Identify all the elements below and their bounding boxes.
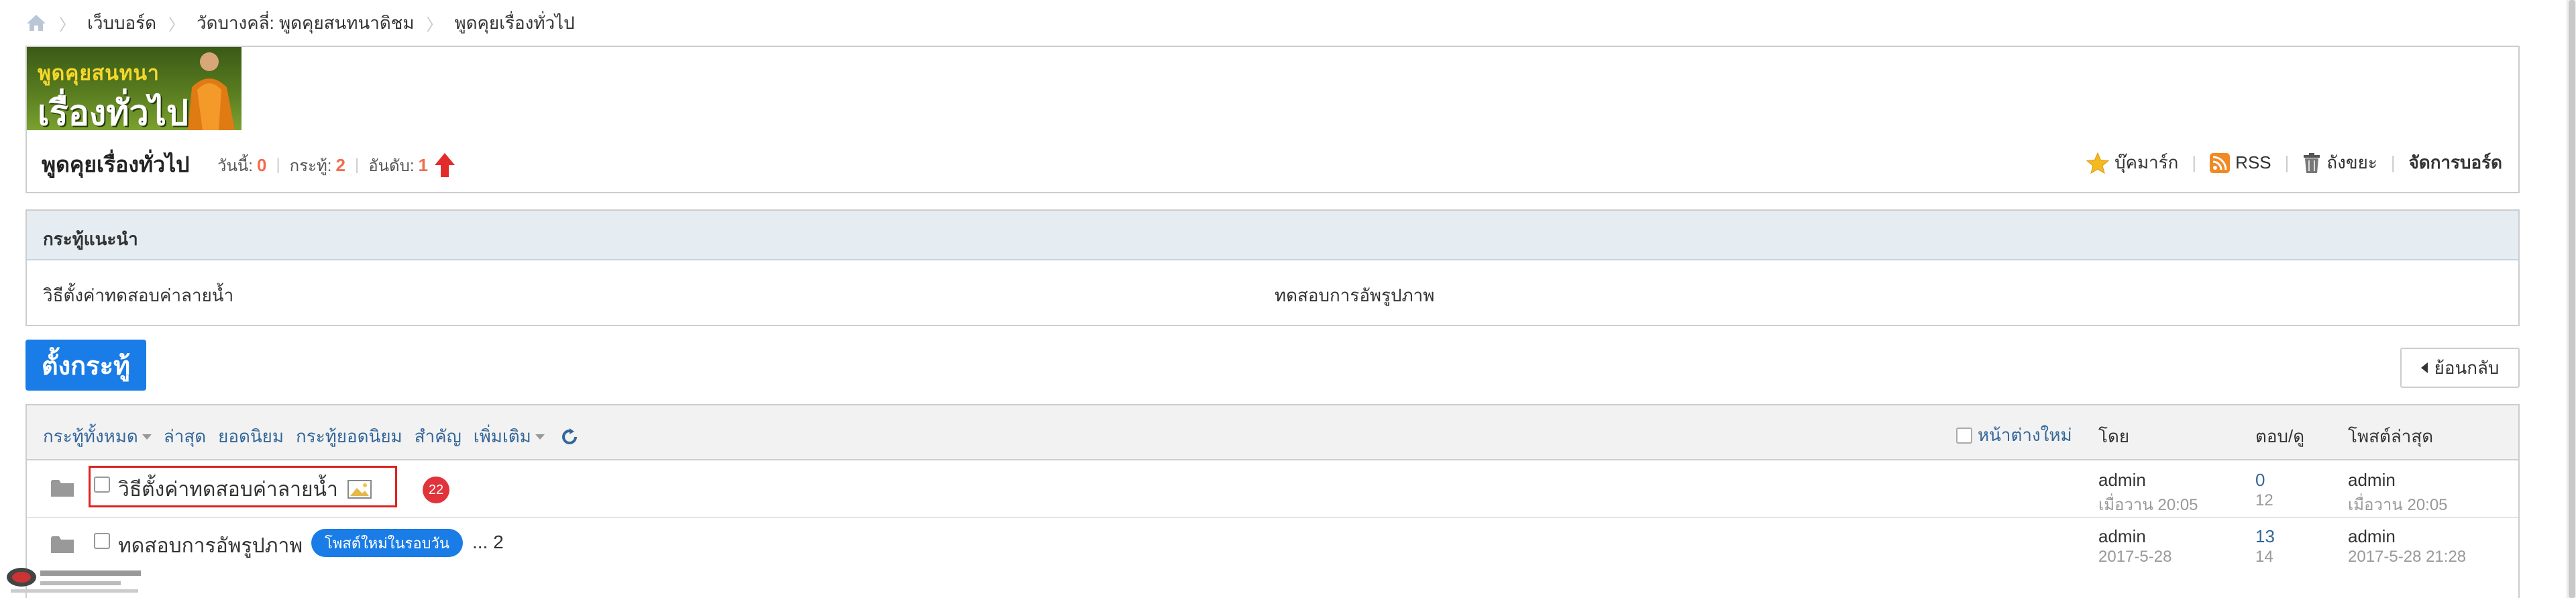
new-post-tag: โพสต์ใหม่ในรอบวัน — [311, 529, 463, 557]
today-label: วันนี้: — [217, 156, 253, 175]
filter-popular[interactable]: ยอดนิยม — [218, 423, 284, 450]
breadcrumb-item-forum-group[interactable]: วัดบางคลี่: พูดคุยสนทนาดิชม — [197, 9, 415, 37]
today-count: 0 — [256, 154, 267, 175]
thread-date: 2017-5-28 — [2098, 548, 2172, 566]
forum-banner: พูดคุยสนทนา เรื่องทั่วไป — [27, 47, 241, 130]
rank-up-arrow-icon — [434, 153, 455, 177]
thread-author[interactable]: admin — [2098, 526, 2146, 547]
thread-views: 14 — [2255, 548, 2273, 566]
breadcrumb: 〉 เว็บบอร์ด 〉 วัดบางคลี่: พูดคุยสนทนาดิช… — [25, 9, 575, 36]
filter-all[interactable]: กระทู้ทั้งหมด — [43, 423, 152, 450]
table-row: ทดสอบการอัพรูปภาพ โพสต์ใหม่ในรอบวัน ... … — [27, 517, 2518, 573]
monk-icon — [188, 52, 235, 130]
star-icon — [2086, 152, 2110, 174]
thread-replies[interactable]: 13 — [2255, 526, 2275, 547]
thread-title-text: วิธีตั้งค่าทดสอบค่าลายน้ำ — [118, 479, 338, 501]
thread-list-header: กระทู้ทั้งหมด ล่าสุด ยอดนิยม กระทู้ยอดนิ… — [27, 405, 2518, 460]
back-arrow-icon — [2420, 362, 2428, 373]
thread-title[interactable]: วิธีตั้งค่าทดสอบค่าลายน้ำ — [118, 474, 372, 505]
notification-badge: 22 — [423, 477, 449, 503]
scrollbar-thumb[interactable] — [2569, 0, 2575, 598]
breadcrumb-item-webboard[interactable]: เว็บบอร์ด — [87, 9, 156, 37]
image-attachment-icon — [347, 480, 372, 499]
breadcrumb-separator: 〉 — [59, 15, 75, 34]
back-button[interactable]: ย้อนกลับ — [2400, 348, 2520, 388]
refresh-icon[interactable] — [561, 428, 578, 446]
last-post-author[interactable]: admin — [2348, 470, 2396, 491]
filter-all-label: กระทู้ทั้งหมด — [43, 426, 138, 446]
thread-views: 12 — [2255, 491, 2273, 509]
banner-line-2: เรื่องทั่วไป — [38, 94, 189, 130]
vertical-scrollbar[interactable] — [2567, 0, 2576, 598]
last-post-date[interactable]: เมื่อวาน 20:05 — [2348, 491, 2448, 517]
manage-board-link[interactable]: จัดการบอร์ด — [2409, 149, 2502, 177]
back-label: ย้อนกลับ — [2434, 357, 2500, 378]
thread-date: เมื่อวาน 20:05 — [2098, 496, 2198, 514]
column-by: โดย — [2098, 426, 2130, 446]
rss-label: RSS — [2235, 152, 2271, 172]
filter-more[interactable]: เพิ่มเติม — [474, 423, 545, 450]
trash-label: ถังขยะ — [2326, 152, 2377, 172]
recommended-item[interactable]: ทดสอบการอัพรูปภาพ — [1275, 282, 1434, 309]
thread-checkbox[interactable] — [94, 477, 110, 493]
forum-tools: บุ๊คมาร์ก | RSS | ถังขยะ | จัดการบอร์ด — [2086, 149, 2502, 177]
filter-hot[interactable]: กระทู้ยอดนิยม — [296, 423, 402, 450]
watermark-logo — [7, 568, 141, 593]
bookmark-label: บุ๊คมาร์ก — [2114, 152, 2179, 172]
threads-label: กระทู้: — [289, 156, 332, 175]
forum-header: พูดคุยสนทนา เรื่องทั่วไป พูดคุยเรื่องทั่… — [25, 46, 2520, 193]
table-row: วิธีตั้งค่าทดสอบค่าลายน้ำ 22 admin เมื่อ… — [27, 460, 2518, 518]
home-icon[interactable] — [25, 13, 47, 32]
thread-checkbox[interactable] — [94, 533, 110, 549]
filter-important[interactable]: สำคัญ — [415, 423, 462, 450]
column-last-post: โพสต์ล่าสุด — [2348, 426, 2434, 446]
breadcrumb-item-current[interactable]: พูดคุยเรื่องทั่วไป — [455, 9, 575, 37]
recommended-item[interactable]: วิธีตั้งค่าทดสอบค่าลายน้ำ — [43, 282, 233, 309]
rank-label: อันดับ: — [368, 156, 415, 175]
rss-link[interactable]: RSS — [2210, 152, 2271, 173]
chevron-down-icon — [535, 434, 545, 440]
new-thread-button[interactable]: ตั้งกระทู้ — [25, 340, 146, 391]
breadcrumb-separator: 〉 — [168, 15, 184, 34]
thread-replies[interactable]: 0 — [2255, 470, 2265, 491]
column-replies-views: ตอบ/ดู — [2255, 426, 2305, 446]
forum-stats: วันนี้: 0 | กระทู้: 2 | อันดับ: 1 — [217, 152, 456, 179]
recommended-heading: กระทู้แนะนำ — [43, 229, 138, 249]
filter-more-label: เพิ่มเติม — [473, 426, 531, 446]
folder-icon — [51, 480, 74, 497]
forum-name: พูดคุยเรื่องทั่วไป — [42, 152, 190, 177]
folder-icon — [51, 536, 74, 553]
last-post-author[interactable]: admin — [2348, 526, 2396, 547]
trash-icon — [2304, 152, 2320, 173]
new-window-label: หน้าต่างใหม่ — [1978, 425, 2072, 445]
thread-list: กระทู้ทั้งหมด ล่าสุด ยอดนิยม กระทู้ยอดนิ… — [25, 404, 2520, 598]
breadcrumb-separator: 〉 — [426, 15, 443, 34]
thread-title[interactable]: ทดสอบการอัพรูปภาพ — [118, 530, 303, 562]
new-window-toggle[interactable]: หน้าต่างใหม่ — [1956, 421, 2072, 449]
rank-value: 1 — [418, 154, 428, 175]
threads-count: 2 — [335, 154, 345, 175]
rss-icon — [2210, 152, 2231, 173]
thread-author[interactable]: admin — [2098, 470, 2146, 491]
bookmark-link[interactable]: บุ๊คมาร์ก — [2086, 149, 2178, 177]
trash-link[interactable]: ถังขยะ — [2302, 149, 2377, 177]
filter-latest[interactable]: ล่าสุด — [164, 423, 206, 450]
new-window-checkbox[interactable] — [1956, 427, 1972, 444]
recommended-threads: กระทู้แนะนำ วิธีตั้งค่าทดสอบค่าลายน้ำ ทด… — [25, 209, 2520, 326]
chevron-down-icon — [142, 434, 152, 440]
thread-filters: กระทู้ทั้งหมด ล่าสุด ยอดนิยม กระทู้ยอดนิ… — [43, 423, 578, 450]
recommended-header: กระทู้แนะนำ — [27, 211, 2518, 260]
last-post-date[interactable]: 2017-5-28 21:28 — [2348, 548, 2466, 566]
thread-pages[interactable]: ... 2 — [472, 532, 504, 553]
